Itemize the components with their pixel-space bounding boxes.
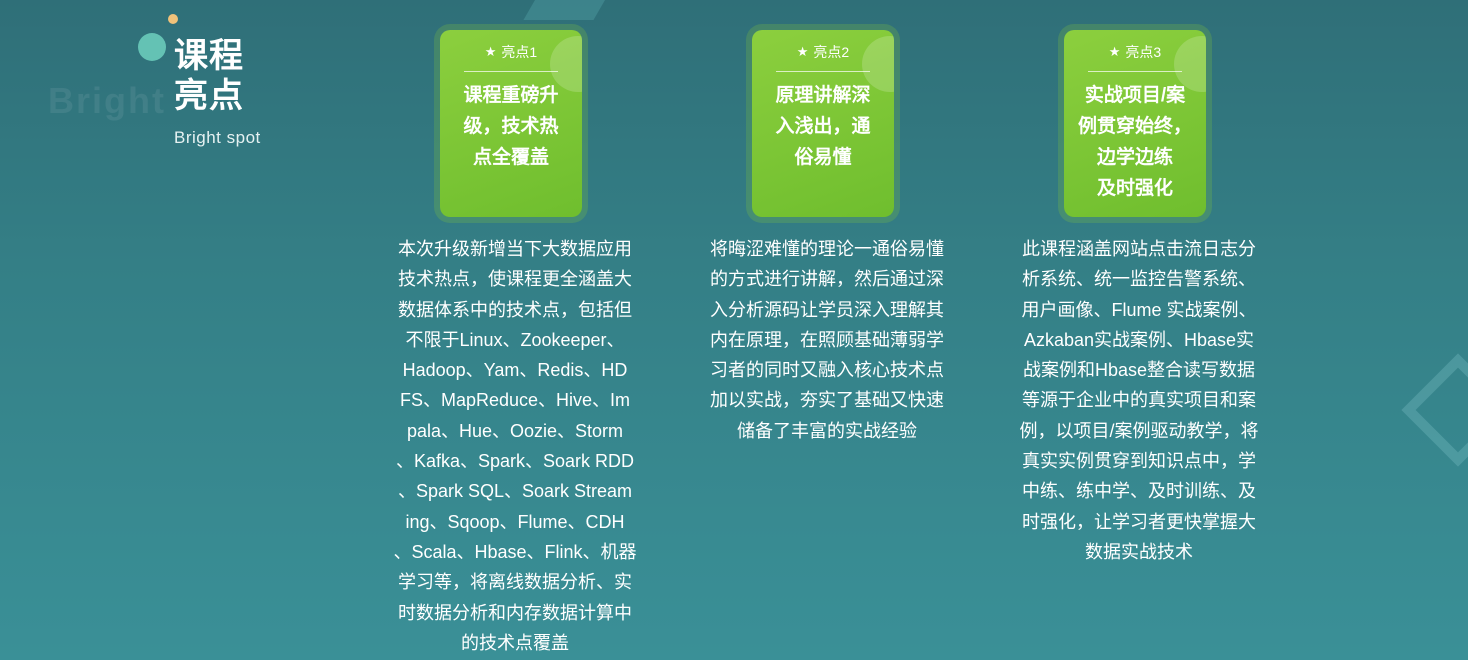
- card-divider: [776, 71, 870, 72]
- decorative-dot-teal: [138, 33, 166, 61]
- highlight-label: 亮点1: [501, 44, 538, 60]
- heading-watermark: Bright: [48, 80, 166, 121]
- star-icon: ★: [1108, 44, 1121, 59]
- highlight-label: 亮点2: [813, 44, 850, 60]
- decorative-diamond-top: [523, 0, 617, 20]
- highlight-title: 实战项目/案 例贯穿始终， 边学边练 及时强化: [1077, 85, 1192, 199]
- highlight-card-1: ★ 亮点1 课程重磅升 级，技术热 点全覆盖: [440, 30, 582, 217]
- card-divider: [1088, 71, 1182, 72]
- highlight-card-label: ★ 亮点2: [752, 42, 894, 62]
- highlight-title: 课程重磅升 级，技术热 点全覆盖: [463, 85, 559, 168]
- decorative-dot-gold: [168, 14, 178, 24]
- highlight-description-2: 将晦涩难懂的理论一通俗易懂 的方式进行讲解，然后通过深 入分析源码让学员深入理解…: [710, 239, 944, 441]
- highlight-card-label: ★ 亮点1: [440, 42, 582, 62]
- card-divider: [464, 71, 558, 72]
- star-icon: ★: [796, 44, 809, 59]
- highlight-card-label: ★ 亮点3: [1064, 42, 1206, 62]
- highlight-label: 亮点3: [1125, 44, 1162, 60]
- highlight-card-2: ★ 亮点2 原理讲解深 入浅出，通 俗易懂: [752, 30, 894, 217]
- decorative-diamond-right: [1401, 353, 1468, 467]
- section-title: 课程 亮点: [174, 37, 244, 115]
- highlight-description-3: 此课程涵盖网站点击流日志分 析系统、统一监控告警系统、 用户画像、Flume 实…: [1019, 239, 1259, 562]
- highlight-description-1: 本次升级新增当下大数据应用 技术热点，使课程更全涵盖大 数据体系中的技术点，包括…: [393, 239, 637, 653]
- highlight-card-3: ★ 亮点3 实战项目/案 例贯穿始终， 边学边练 及时强化: [1064, 30, 1206, 217]
- section-subtitle: Bright spot: [174, 128, 261, 147]
- star-icon: ★: [484, 44, 497, 59]
- highlight-title: 原理讲解深 入浅出，通 俗易懂: [775, 85, 871, 168]
